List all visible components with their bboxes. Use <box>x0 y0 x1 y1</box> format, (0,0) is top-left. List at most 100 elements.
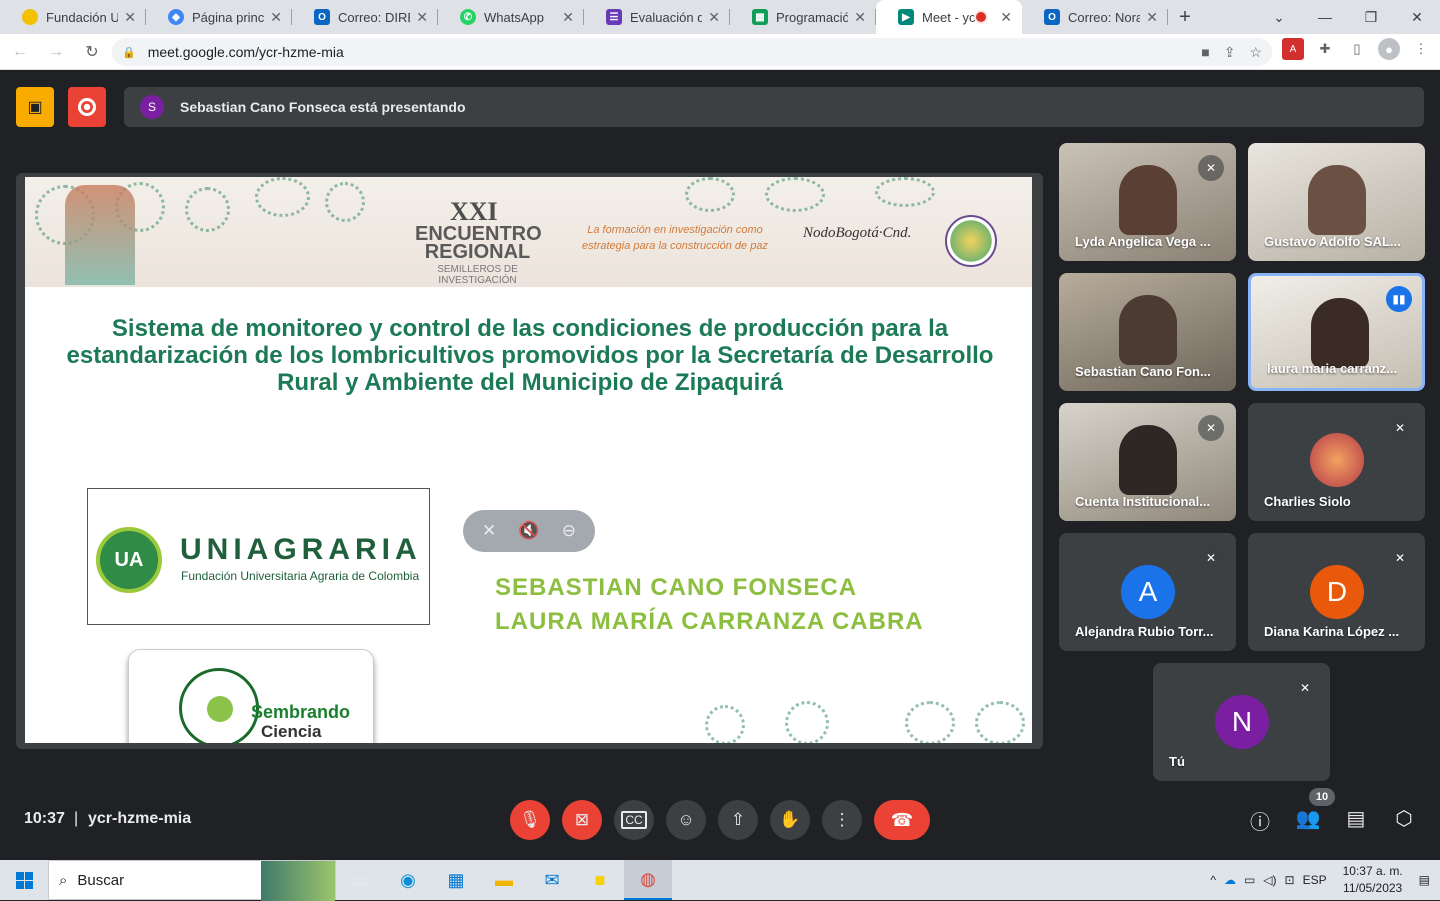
more-options-button[interactable]: ⋮ <box>822 800 862 840</box>
restore-icon[interactable]: ❐ <box>1348 0 1394 34</box>
tab-title: Correo: Nora M <box>1068 9 1141 25</box>
tab-title: Programación <box>776 9 849 25</box>
volume-icon[interactable]: ◁) <box>1263 873 1276 887</box>
captions-button[interactable]: CC <box>614 800 654 840</box>
people-icon[interactable]: 👥 <box>1294 806 1322 831</box>
task-view-icon[interactable]: ▭ <box>336 860 384 900</box>
tab-correo-nora[interactable]: O Correo: Nora M ✕ <box>1022 0 1168 34</box>
close-icon[interactable]: ✕ <box>124 9 136 26</box>
clock-date[interactable]: 10:37 a. m. 11/05/2023 <box>1343 863 1403 897</box>
participant-tile[interactable]: Gustavo Adolfo SAL... <box>1248 143 1425 261</box>
new-tab-button[interactable]: + <box>1168 0 1202 34</box>
tab-evaluacion[interactable]: ☰ Evaluación de p ✕ <box>584 0 730 34</box>
close-window-icon[interactable]: ✕ <box>1394 0 1440 34</box>
tab-title: Evaluación de p <box>630 9 703 25</box>
seal-logo <box>945 215 997 267</box>
taskbar-search[interactable]: ⌕ Buscar <box>48 860 336 901</box>
close-icon[interactable]: ✕ <box>562 9 574 26</box>
tab-pagina-principal[interactable]: ◆ Página principa ✕ <box>146 0 292 34</box>
close-icon[interactable]: ✕ <box>708 9 720 26</box>
close-icon[interactable]: ✕ <box>1000 9 1012 26</box>
puzzle-icon[interactable]: ✚ <box>1314 38 1336 60</box>
presentation-layout-button[interactable]: ▣ <box>16 87 54 127</box>
file-explorer-icon[interactable]: ▬ <box>480 860 528 900</box>
store-icon[interactable]: ▦ <box>432 860 480 900</box>
menu-icon[interactable]: ⋮ <box>1410 38 1432 60</box>
close-icon[interactable]: ✕ <box>270 9 282 26</box>
clock-date-text: 11/05/2023 <box>1343 881 1403 895</box>
reload-icon[interactable]: ↻ <box>76 36 108 68</box>
self-tile[interactable]: N ✕ Tú <box>1153 663 1330 781</box>
participant-tile[interactable]: D ✕ Diana Karina López ... <box>1248 533 1425 651</box>
participant-tile[interactable]: ▮▮ laura maria carranz... <box>1248 273 1425 391</box>
participant-tile[interactable]: A ✕ Alejandra Rubio Torr... <box>1059 533 1236 651</box>
chevron-up-icon[interactable]: ^ <box>1210 873 1216 887</box>
forward-icon[interactable]: → <box>40 36 72 68</box>
close-icon[interactable]: ✕ <box>1146 9 1158 26</box>
edge-icon[interactable]: ◉ <box>384 860 432 900</box>
url-text[interactable]: meet.google.com/ycr-hzme-mia <box>148 44 344 60</box>
mic-toggle-button[interactable]: 🎙 <box>510 800 550 840</box>
security-icon[interactable]: ⊡ <box>1285 873 1295 887</box>
tab-fundacion[interactable]: Fundación Univ ✕ <box>0 0 146 34</box>
sidepanel-icon[interactable]: ▯ <box>1346 38 1368 60</box>
clock-time: 10:37 a. m. <box>1342 864 1403 878</box>
tab-whatsapp[interactable]: ✆ WhatsApp ✕ <box>438 0 584 34</box>
participant-tile[interactable]: ✕ Cuenta Institucional... <box>1059 403 1236 521</box>
participant-tile[interactable]: Sebastian Cano Fon... <box>1059 273 1236 391</box>
mail-icon[interactable]: ✉ <box>528 860 576 900</box>
lock-icon[interactable]: 🔒 <box>122 46 136 59</box>
decorative-pattern <box>185 187 230 232</box>
pdf-extension-icon[interactable]: A <box>1282 38 1304 60</box>
extensions: A ✚ ▯ ● ⋮ <box>1282 38 1432 60</box>
share-icon[interactable]: ⇪ <box>1224 44 1236 61</box>
camera-toggle-button[interactable]: ⊠ <box>562 800 602 840</box>
raise-hand-button[interactable]: ✋ <box>770 800 810 840</box>
present-button[interactable]: ⇧ <box>718 800 758 840</box>
participant-video <box>1311 298 1369 368</box>
meeting-code: ycr-hzme-mia <box>88 810 192 827</box>
tab-programacion[interactable]: ▦ Programación ✕ <box>730 0 876 34</box>
speaking-icon: ▮▮ <box>1386 286 1412 312</box>
camera-icon[interactable]: ■ <box>1201 44 1209 61</box>
back-icon[interactable]: ← <box>4 36 36 68</box>
mute-audio-icon[interactable]: 🔇 <box>518 521 539 541</box>
separator: | <box>74 810 79 827</box>
tab-correo-direct[interactable]: O Correo: DIRECT ✕ <box>292 0 438 34</box>
meeting-info-icon[interactable]: ⓘ <box>1246 806 1274 835</box>
tab-meet[interactable]: ▶ Meet - ycr- ✕ <box>876 0 1022 34</box>
present-screen-icon: ⇧ <box>730 810 746 829</box>
participant-tile[interactable]: ✕ Charlies Siolo <box>1248 403 1425 521</box>
recording-button[interactable] <box>68 87 106 127</box>
leave-call-button[interactable]: ☎ <box>874 800 930 840</box>
worm-mascot-image <box>65 185 135 285</box>
slide-authors: SEBASTIAN CANO FONSECA LAURA MARÍA CARRA… <box>495 571 924 639</box>
slide-footer-pattern <box>25 697 1032 743</box>
notifications-icon[interactable]: ▤ <box>1419 873 1430 887</box>
chat-icon[interactable]: ▤ <box>1342 806 1370 831</box>
presentation-slide: XXI ENCUENTRO REGIONAL SEMILLEROS DE INV… <box>25 177 1032 743</box>
bookmark-star-icon[interactable]: ☆ <box>1249 44 1262 61</box>
meet-window: ▣ S Sebastian Cano Fonseca está presenta… <box>0 70 1440 860</box>
omnibox[interactable]: 🔒 meet.google.com/ycr-hzme-mia ■ ⇪ ☆ <box>112 38 1272 66</box>
sticky-notes-icon[interactable]: ■ <box>576 860 624 900</box>
avatar: D <box>1310 565 1364 619</box>
profile-icon[interactable]: ● <box>1378 38 1400 60</box>
windows-start-icon[interactable] <box>0 860 48 900</box>
close-icon[interactable]: ✕ <box>854 9 866 26</box>
minimize-icon[interactable]: ⊖ <box>562 521 576 541</box>
reactions-button[interactable]: ☺ <box>666 800 706 840</box>
decorative-pattern <box>975 701 1025 743</box>
meet-controls-bar: 10:37 | ycr-hzme-mia 🎙 ⊠ CC ☺ ⇧ ✋ ⋮ ☎ ⓘ … <box>0 788 1440 850</box>
participant-tile[interactable]: ✕ Lyda Angelica Vega ... <box>1059 143 1236 261</box>
language-indicator[interactable]: ESP <box>1303 873 1327 887</box>
network-icon[interactable]: ▭ <box>1244 873 1255 887</box>
unpin-icon[interactable]: ✕ <box>482 521 496 541</box>
close-icon[interactable]: ✕ <box>416 9 428 26</box>
chrome-icon[interactable]: ◍ <box>624 860 672 900</box>
avatar <box>1310 433 1364 487</box>
tab-search-icon[interactable]: ⌄ <box>1256 0 1302 34</box>
onedrive-icon[interactable]: ☁ <box>1224 873 1236 887</box>
activities-icon[interactable]: ⬡ <box>1390 806 1418 831</box>
minimize-icon[interactable]: — <box>1302 0 1348 34</box>
